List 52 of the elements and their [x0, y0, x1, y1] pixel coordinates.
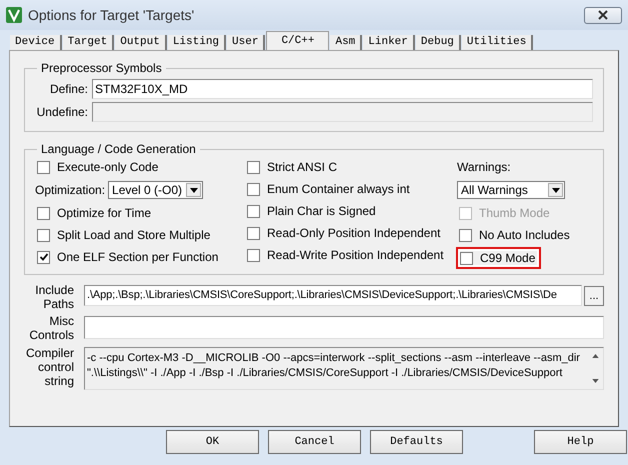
checkbox-option[interactable]: Read-Write Position Independent — [245, 246, 446, 264]
include-paths-field[interactable]: .\App;.\Bsp;.\Libraries\CMSIS\CoreSupport;.\Libraries\CMSIS\DeviceSupport;.\Libraries\CMSIS\De — [84, 285, 582, 306]
field-label: Warnings: — [457, 159, 512, 176]
tab[interactable]: Asm — [330, 35, 362, 50]
field-label: Include Paths — [34, 283, 74, 311]
field-label: Undefine: — [36, 105, 88, 119]
tab[interactable]: Utilities — [462, 35, 534, 50]
tab[interactable]: Debug — [416, 35, 461, 50]
scroll-down-icon[interactable] — [592, 379, 598, 383]
dialog-button[interactable]: Cancel — [268, 430, 361, 454]
undefine-field[interactable] — [92, 102, 593, 122]
checkbox-option[interactable]: Split Load and Store Multiple — [35, 226, 212, 244]
dialog-button[interactable]: OK — [166, 430, 259, 454]
checkbox-option[interactable]: Read-Only Position Independent — [245, 224, 442, 242]
dropdown[interactable]: Level 0 (-O0) — [108, 181, 204, 199]
checkbox-option[interactable]: Plain Char is Signed — [245, 202, 378, 220]
tab[interactable]: User — [227, 35, 266, 50]
compiler-string-line: ".\\Listings\\" -I ./App -I ./Bsp -I ./Libraries/CMSIS/CoreSupport -I ./Libraries/CMSIS/DeviceSupport — [87, 366, 564, 381]
checkbox-option[interactable]: Strict ANSI C — [245, 158, 340, 176]
app-logo-icon — [6, 7, 22, 23]
group-title: Preprocessor Symbols — [40, 61, 163, 75]
tab[interactable]: Target — [62, 35, 114, 50]
group-title: Language / Code Generation — [40, 142, 197, 156]
tab[interactable]: Device — [10, 35, 62, 50]
checkbox-option[interactable]: One ELF Section per Function — [35, 248, 220, 266]
caret-icon — [190, 188, 198, 192]
define-field[interactable]: STM32F10X_MD — [92, 79, 593, 99]
field-label: Define: — [48, 82, 88, 96]
compiler-string-line: -c --cpu Cortex-M3 -D__MICROLIB -O0 --apcs=interwork --split_sections --asm --interleave --asm_dir — [87, 351, 581, 366]
checkbox-option[interactable]: No Auto Includes — [457, 226, 572, 244]
checkbox-option[interactable]: Execute-only Code — [35, 158, 160, 176]
checkbox-option[interactable]: Enum Container always int — [245, 180, 412, 198]
close-icon — [598, 10, 608, 20]
field-label: Compiler control string — [24, 346, 74, 388]
field-label: Optimization: — [35, 183, 106, 197]
checkbox-option[interactable]: C99 Mode — [457, 248, 540, 268]
checkmark-icon — [38, 252, 48, 262]
browse-button[interactable]: ... — [584, 286, 604, 306]
misc-controls-field[interactable] — [84, 316, 604, 339]
tab[interactable]: C/C++ — [266, 31, 330, 50]
window-title: Options for Target 'Targets' — [28, 7, 196, 23]
field-label: Misc Controls — [28, 314, 74, 342]
tab[interactable]: Listing — [168, 35, 226, 50]
dialog-button[interactable]: Defaults — [370, 430, 463, 454]
caret-icon — [552, 188, 560, 192]
close-button[interactable] — [584, 6, 622, 24]
dialog-button[interactable]: Help — [534, 430, 627, 454]
tab[interactable]: Output — [115, 35, 167, 50]
dropdown[interactable]: All Warnings — [457, 181, 565, 199]
tab[interactable]: Linker — [363, 35, 415, 50]
scroll-up-icon[interactable] — [592, 354, 598, 358]
checkbox-option[interactable]: Optimize for Time — [35, 204, 154, 222]
